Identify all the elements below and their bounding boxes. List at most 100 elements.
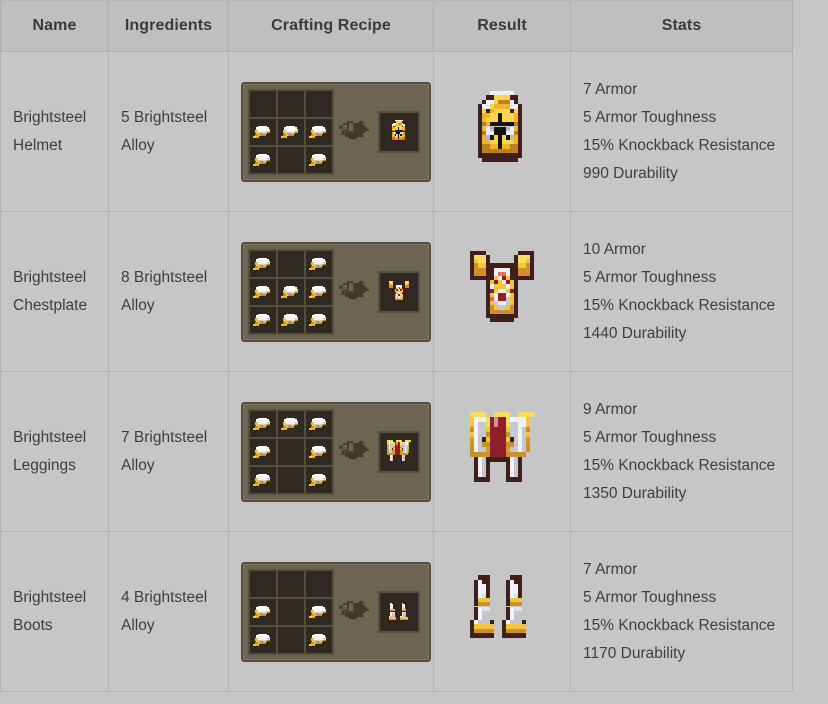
column-header-ingredients[interactable]: Ingredients xyxy=(108,0,229,52)
craft-slot-1-1[interactable] xyxy=(278,118,304,145)
craft-slot-2-1[interactable] xyxy=(278,146,304,173)
craft-slot-0-1[interactable] xyxy=(278,410,304,437)
craft-slot-2-1[interactable] xyxy=(278,306,304,333)
table-row: Brightsteel Helmet 5 Brightsteel Alloy 7 A… xyxy=(0,51,793,212)
ingredients-text: 8 Brightsteel Alloy xyxy=(121,268,208,314)
item-name-cell: Brightsteel Helmet xyxy=(0,51,109,212)
brightsteel-alloy-ingot-icon xyxy=(280,413,302,435)
crafting-grid[interactable] xyxy=(248,88,334,175)
craft-slot-1-1[interactable] xyxy=(278,278,304,305)
craft-slot-0-0[interactable] xyxy=(250,410,276,437)
crafting-recipe-cell xyxy=(228,531,434,692)
craft-slot-1-2[interactable] xyxy=(306,118,332,145)
crafting-recipe-cell xyxy=(228,371,434,532)
stat-line: 7 Armor xyxy=(583,80,638,98)
brightsteel-alloy-ingot-icon xyxy=(308,413,330,435)
craft-slot-2-1[interactable] xyxy=(278,466,304,493)
craft-slot-1-1[interactable] xyxy=(278,598,304,625)
column-header-result[interactable]: Result xyxy=(433,0,571,52)
stat-line: 5 Armor Toughness xyxy=(583,108,717,126)
crafting-recipe-widget[interactable] xyxy=(241,561,431,662)
craft-slot-0-2[interactable] xyxy=(306,90,332,117)
brightsteel-alloy-ingot-icon xyxy=(308,121,330,143)
brightsteel-helmet-icon xyxy=(466,87,538,167)
crafting-recipe-widget[interactable] xyxy=(241,81,431,182)
craft-slot-2-2[interactable] xyxy=(306,626,332,653)
table-row: Brightsteel Leggings 7 Brightsteel Alloy 9… xyxy=(0,371,793,532)
craft-slot-0-2[interactable] xyxy=(306,410,332,437)
armor-recipe-table: Name Ingredients Crafting Recipe Result … xyxy=(0,0,793,692)
brightsteel-alloy-ingot-icon xyxy=(308,253,330,275)
craft-slot-0-1[interactable] xyxy=(278,90,304,117)
result-cell xyxy=(433,51,571,212)
crafting-recipe-cell xyxy=(228,51,434,212)
craft-slot-0-0[interactable] xyxy=(250,90,276,117)
craft-slot-2-0[interactable] xyxy=(250,146,276,173)
brightsteel-chestplate-icon xyxy=(466,247,538,327)
crafting-grid[interactable] xyxy=(248,248,334,335)
column-header-name[interactable]: Name xyxy=(0,0,109,52)
craft-slot-0-1[interactable] xyxy=(278,250,304,277)
craft-slot-0-2[interactable] xyxy=(306,250,332,277)
crafting-arrow-icon xyxy=(334,114,378,150)
column-header-stats[interactable]: Stats xyxy=(570,0,793,52)
stat-line: 1440 Durability xyxy=(583,324,687,342)
craft-slot-1-2[interactable] xyxy=(306,438,332,465)
crafting-output-slot[interactable] xyxy=(378,110,420,153)
brightsteel-alloy-ingot-icon xyxy=(308,629,330,651)
item-name: Brightsteel Helmet xyxy=(13,108,87,154)
brightsteel-alloy-ingot-icon xyxy=(252,441,274,463)
craft-slot-2-2[interactable] xyxy=(306,146,332,173)
craft-slot-1-2[interactable] xyxy=(306,278,332,305)
brightsteel-alloy-ingot-icon xyxy=(252,149,274,171)
ingredients-text: 4 Brightsteel Alloy xyxy=(121,588,208,634)
ingredients-text: 7 Brightsteel Alloy xyxy=(121,428,208,474)
craft-slot-1-2[interactable] xyxy=(306,598,332,625)
table-header: Name Ingredients Crafting Recipe Result … xyxy=(0,0,793,52)
craft-slot-2-0[interactable] xyxy=(250,306,276,333)
stat-line: 15% Knockback Resistance xyxy=(583,456,776,474)
result-cell xyxy=(433,531,571,692)
crafting-grid[interactable] xyxy=(248,408,334,495)
item-name-cell: Brightsteel Chestplate xyxy=(0,211,109,372)
result-cell xyxy=(433,211,571,372)
brightsteel-alloy-ingot-icon xyxy=(252,413,274,435)
table-body: Brightsteel Helmet 5 Brightsteel Alloy 7 A… xyxy=(0,51,793,692)
craft-slot-2-2[interactable] xyxy=(306,466,332,493)
stat-line: 990 Durability xyxy=(583,164,678,182)
craft-slot-2-0[interactable] xyxy=(250,626,276,653)
crafting-output-slot[interactable] xyxy=(378,270,420,313)
result-cell xyxy=(433,371,571,532)
crafting-output-slot[interactable] xyxy=(378,430,420,473)
ingredients-text: 5 Brightsteel Alloy xyxy=(121,108,208,154)
craft-slot-2-2[interactable] xyxy=(306,306,332,333)
header-row: Name Ingredients Crafting Recipe Result … xyxy=(0,0,793,52)
brightsteel-alloy-ingot-icon xyxy=(308,149,330,171)
craft-slot-0-2[interactable] xyxy=(306,570,332,597)
craft-slot-1-0[interactable] xyxy=(250,278,276,305)
crafting-recipe-cell xyxy=(228,211,434,372)
stat-line: 5 Armor Toughness xyxy=(583,428,717,446)
craft-slot-1-0[interactable] xyxy=(250,438,276,465)
crafting-output-slot[interactable] xyxy=(378,590,420,633)
brightsteel-alloy-ingot-icon xyxy=(280,121,302,143)
brightsteel-alloy-ingot-icon xyxy=(308,309,330,331)
craft-slot-1-0[interactable] xyxy=(250,118,276,145)
crafting-grid[interactable] xyxy=(248,568,334,655)
stats-cell: 7 Armor 5 Armor Toughness 15% Knockback Re… xyxy=(570,531,793,692)
column-header-crafting-recipe[interactable]: Crafting Recipe xyxy=(228,0,434,52)
craft-slot-1-0[interactable] xyxy=(250,598,276,625)
brightsteel-alloy-ingot-icon xyxy=(280,309,302,331)
craft-slot-0-0[interactable] xyxy=(250,250,276,277)
craft-slot-0-0[interactable] xyxy=(250,570,276,597)
craft-slot-1-1[interactable] xyxy=(278,438,304,465)
brightsteel-alloy-ingot-icon xyxy=(252,281,274,303)
craft-slot-0-1[interactable] xyxy=(278,570,304,597)
crafting-recipe-widget[interactable] xyxy=(241,241,431,342)
crafting-recipe-widget[interactable] xyxy=(241,401,431,502)
brightsteel-boots-icon xyxy=(386,599,412,625)
craft-slot-2-1[interactable] xyxy=(278,626,304,653)
brightsteel-boots-icon xyxy=(466,567,538,647)
stat-line: 5 Armor Toughness xyxy=(583,268,717,286)
craft-slot-2-0[interactable] xyxy=(250,466,276,493)
